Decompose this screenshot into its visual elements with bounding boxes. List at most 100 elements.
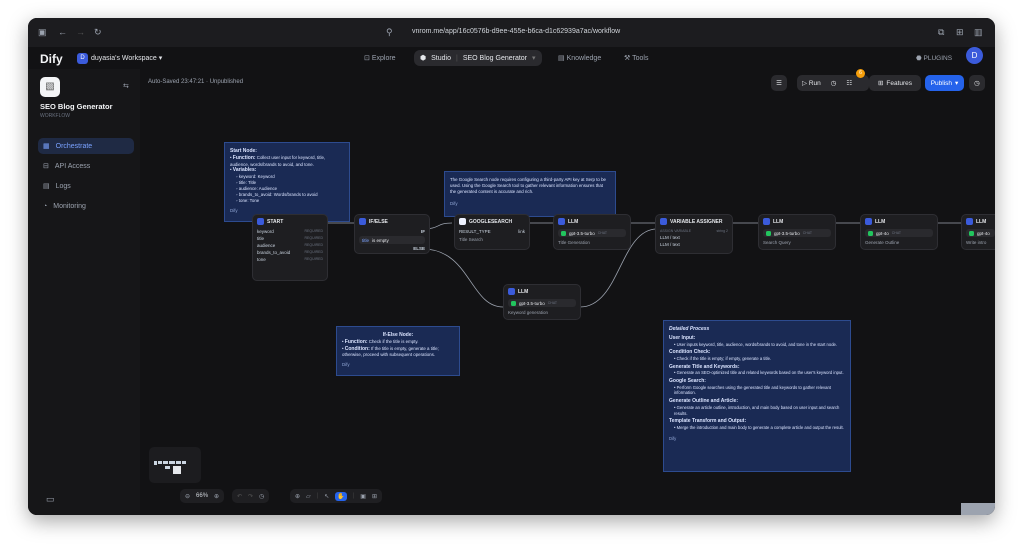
sidebar-item-label: API Access <box>54 162 91 170</box>
model-tag: CHAT <box>802 231 813 235</box>
add-note-icon[interactable]: ▱ <box>306 493 311 500</box>
start-field: brands_to_avoid REQUIRED <box>253 249 327 256</box>
workflow-canvas[interactable]: Auto-Saved 23:47:21 · Unpublished ☰ ▷ Ru… <box>140 69 995 515</box>
node-title: LLM <box>518 288 529 295</box>
assigner-header-label: ASSIGN VARIABLE <box>660 229 692 233</box>
wrench-icon: ⚒ <box>624 55 631 62</box>
expand-panel-icon[interactable]: ▭ <box>46 495 55 504</box>
google-note[interactable]: The Google Search node requires configur… <box>444 171 616 217</box>
sidebar-item-monitoring[interactable]: ◔ Monitoring <box>38 198 134 214</box>
add-node-icon[interactable]: ⊕ <box>295 493 300 500</box>
undo-icon[interactable]: ↶ <box>237 493 242 500</box>
model-name: gpt-3.5-turbo <box>519 300 545 306</box>
llm-node-keyword-generation[interactable]: LLM gpt-3.5-turbo CHAT Keyword generation <box>503 284 581 320</box>
note-footer: Dify <box>230 207 238 213</box>
assigner-var: LLM / text <box>660 235 680 240</box>
compass-icon: ⊡ <box>364 55 370 62</box>
variable-icon <box>660 218 667 225</box>
openai-icon <box>511 300 516 306</box>
sidebar-item-logs[interactable]: ▤ Logs <box>38 178 134 194</box>
note-var: audience: Audience <box>238 186 278 192</box>
llm-node-title-generation[interactable]: LLM gpt-3.5-turbo CHAT Title Generation <box>553 214 631 250</box>
note-heading: Generate Outline and Article: <box>669 398 738 405</box>
nav-studio[interactable]: ⬢ Studio | SEO Blog Generator ▾ <box>414 50 542 66</box>
note-text: Check if the title is empty; if empty, g… <box>676 355 772 361</box>
divider: | <box>352 493 355 499</box>
note-text: User inputs keyword, title, audience, wo… <box>676 341 838 347</box>
address-bar[interactable]: vnrom.me/app/16c0576b-d9ee-455e-b6ca-d1c… <box>412 28 620 35</box>
google-param: RESULT_TYPE link <box>455 228 529 235</box>
canvas-toolbar: ⊕ ▱ | ↖ ✋ | ▣ ⊞ <box>290 489 382 503</box>
llm-node-search-query[interactable]: LLM gpt-3.5-turbo CHAT Search Query <box>758 214 836 250</box>
sidebar-item-api-access[interactable]: ⊟ API Access <box>38 158 134 174</box>
model-name: gpt-4o <box>876 230 889 236</box>
orchestrate-icon: ▦ <box>43 143 50 150</box>
link-icon: ⚲ <box>386 27 393 37</box>
export-image-icon[interactable]: ▣ <box>360 493 366 500</box>
minimap-preview <box>154 461 186 474</box>
forward-icon[interactable]: → <box>76 28 85 37</box>
llm-node-write-intro[interactable]: LLM gpt-4o Write intro <box>961 214 995 250</box>
note-footer: Dify <box>669 435 677 441</box>
collapse-icon[interactable]: ⇆ <box>123 83 129 90</box>
note-var: title: Title <box>238 180 257 186</box>
start-note[interactable]: Start Node: • Function: Collect user inp… <box>224 142 350 222</box>
ifelse-note[interactable]: If-Else Node: • Function: Check if the t… <box>336 326 460 376</box>
sidebar-item-label: Orchestrate <box>55 142 93 150</box>
nav-tools-label: Tools <box>632 55 649 62</box>
node-title: LLM <box>976 218 987 225</box>
back-icon[interactable]: ← <box>58 28 67 37</box>
app-selector[interactable]: SEO Blog Generator <box>463 55 527 62</box>
share-icon[interactable]: ⧉ <box>938 28 944 37</box>
note-label: Function: <box>232 154 256 161</box>
note-var: tone: Tone <box>238 197 260 203</box>
node-description: Search Query <box>763 240 791 245</box>
minimap[interactable] <box>149 447 201 483</box>
variable-assigner-node[interactable]: VARIABLE ASSIGNER ASSIGN VARIABLE string … <box>655 214 733 254</box>
hand-icon[interactable]: ✋ <box>335 491 347 501</box>
model-pill: gpt-3.5-turbo CHAT <box>763 229 831 237</box>
zoom-out-icon[interactable]: ⊖ <box>185 493 190 500</box>
required-tag: REQUIRED <box>304 236 323 240</box>
dify-logo[interactable]: Dify <box>40 52 63 66</box>
openai-icon <box>766 230 771 236</box>
sidebar-item-orchestrate[interactable]: ▦ Orchestrate <box>38 138 134 154</box>
note-text: Generate an SEO-optimized title and rela… <box>676 370 844 376</box>
organize-icon[interactable]: ⊞ <box>372 493 377 500</box>
app-icon: ▧ <box>40 77 60 97</box>
redo-icon[interactable]: ↷ <box>248 493 253 500</box>
if-condition: title is empty <box>359 236 425 244</box>
workspace-switcher[interactable]: duyasia's Workspace ▾ <box>91 54 162 62</box>
user-avatar[interactable]: D <box>966 47 983 64</box>
zoom-in-icon[interactable]: ⊕ <box>214 493 219 500</box>
process-note[interactable]: Detailed Process User Input: • User inpu… <box>663 320 851 472</box>
required-tag: REQUIRED <box>304 243 323 247</box>
llm-icon <box>966 218 973 225</box>
reload-icon[interactable]: ↻ <box>94 28 102 37</box>
note-title: If-Else Node: <box>382 332 414 338</box>
zoom-level[interactable]: 66% <box>196 493 208 499</box>
llm-node-generate-outline[interactable]: LLM gpt-4o CHAT Generate Outline <box>860 214 938 250</box>
sidebar-toggle-icon[interactable]: ▣ <box>38 28 47 37</box>
monitoring-icon: ◔ <box>43 202 48 210</box>
note-text: Merge the introduction and main body to … <box>676 424 844 430</box>
nav-knowledge[interactable]: ▤ Knowledge <box>558 54 601 62</box>
note-heading: Condition Check: <box>669 349 711 356</box>
googlesearch-node[interactable]: GOOGLESEARCH RESULT_TYPE link Title Searc… <box>454 214 530 250</box>
history-icon[interactable]: ◷ <box>259 493 264 500</box>
window-icon[interactable]: ▥ <box>974 28 983 37</box>
ifelse-node[interactable]: IF/ELSE IF title is empty ELSE <box>354 214 430 254</box>
note-heading: Google Search: <box>669 378 706 385</box>
start-node[interactable]: START keyword REQUIRED title REQUIRED audi… <box>252 214 328 281</box>
llm-icon <box>865 218 872 225</box>
plugins-button[interactable]: ⬣ PLUGINS <box>916 54 952 62</box>
nav-explore[interactable]: ⊡ Explore <box>364 54 396 62</box>
sidebar: ▧ ⇆ SEO Blog Generator WORKFLOW ▦ Orchest… <box>28 69 140 515</box>
pointer-icon[interactable]: ↖ <box>324 493 329 500</box>
assigner-var: LLM / text <box>660 242 680 247</box>
nav-tools[interactable]: ⚒ Tools <box>624 54 648 62</box>
extensions-icon[interactable]: ⊞ <box>956 28 964 37</box>
assigner-item: LLM / text <box>656 241 732 248</box>
node-title: GOOGLESEARCH <box>469 218 513 225</box>
plugins-label: PLUGINS <box>923 55 953 62</box>
